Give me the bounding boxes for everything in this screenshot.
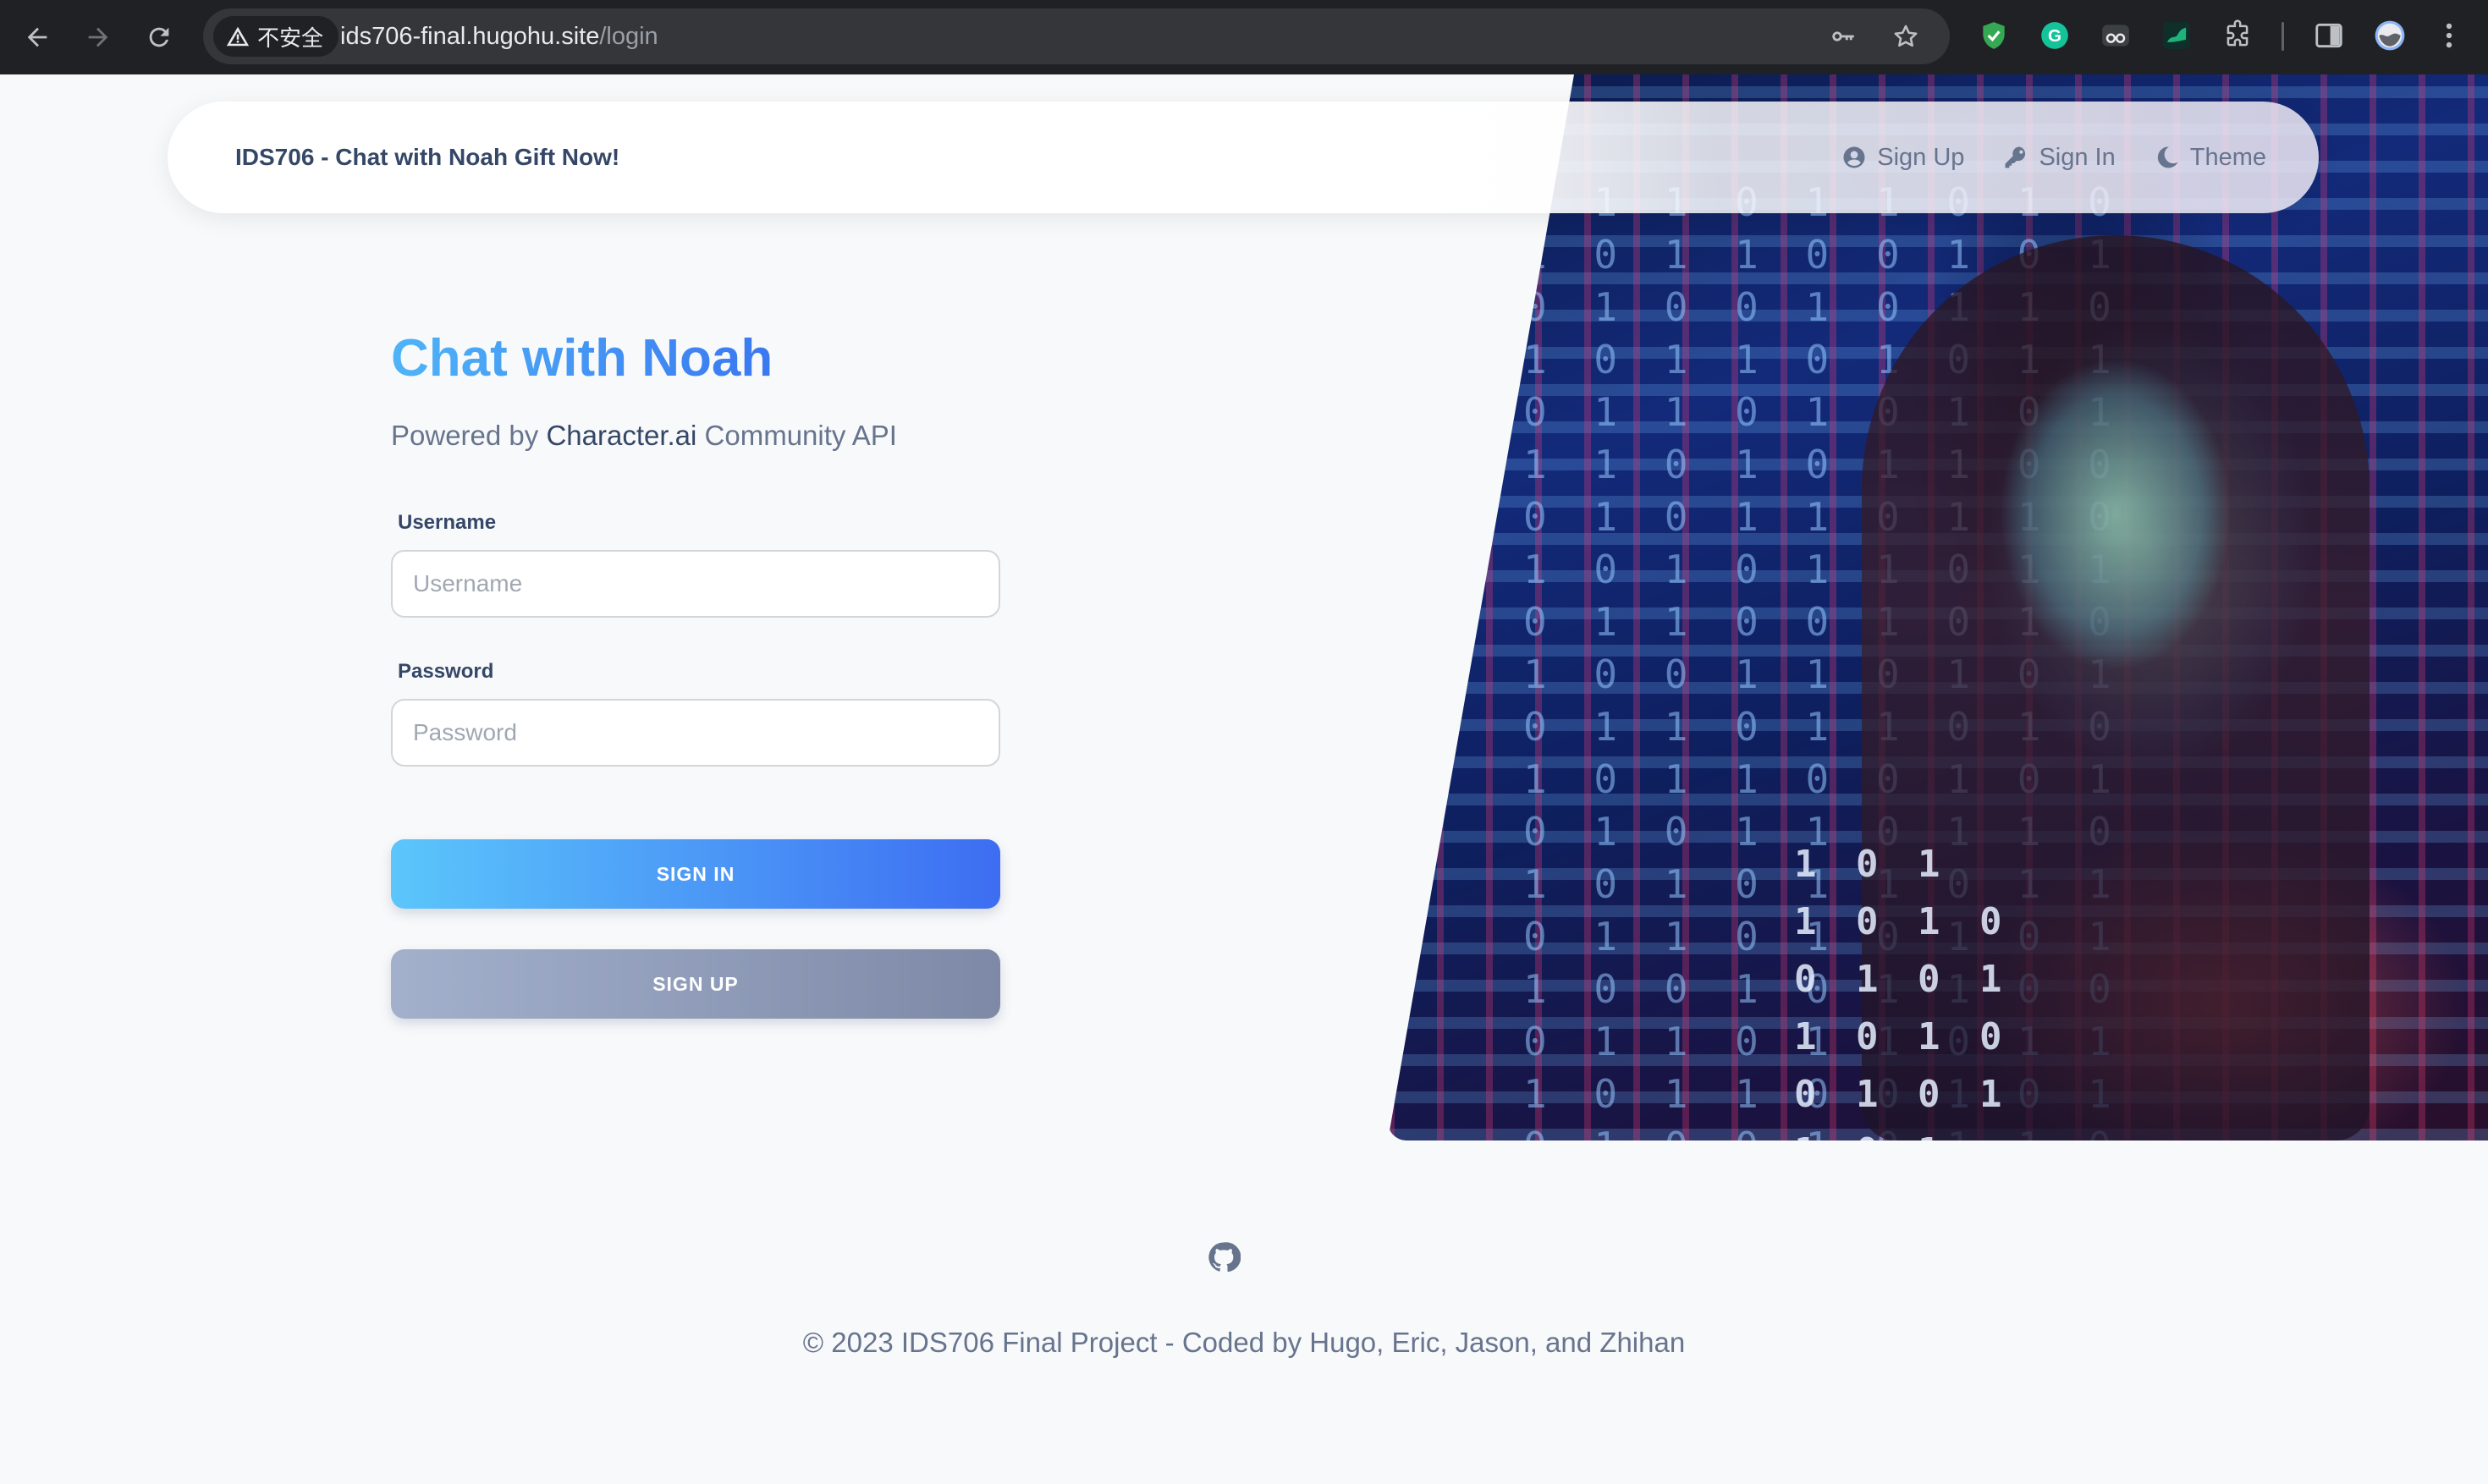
login-page: 0 1 1 0 1 1 0 1 0 1 1 0 1 1 0 0 1 0 1 1 …: [0, 74, 2488, 1484]
github-icon: [1208, 1242, 1241, 1272]
security-chip[interactable]: 不安全: [213, 16, 339, 57]
nav-theme[interactable]: Theme: [2155, 144, 2266, 172]
brand-title[interactable]: IDS706 - Chat with Noah Gift Now!: [235, 102, 619, 213]
warning-icon: [226, 26, 250, 47]
github-link[interactable]: [1207, 1240, 1241, 1274]
back-button[interactable]: [15, 15, 59, 59]
navbar: IDS706 - Chat with Noah Gift Now! Sign U…: [168, 102, 2319, 213]
security-label: 不安全: [257, 25, 324, 51]
sign-in-button[interactable]: SIGN IN: [391, 839, 1000, 909]
nav-sign-up[interactable]: Sign Up: [1841, 144, 1964, 172]
subtitle-suffix: Community API: [696, 420, 897, 451]
svg-text:G: G: [2048, 26, 2061, 46]
nav-links: Sign Up Sign In Theme: [1841, 102, 2266, 213]
arrow-right-icon: [88, 27, 108, 47]
password-key-button[interactable]: [1826, 19, 1860, 53]
username-input[interactable]: [391, 550, 1000, 618]
extension-grammarly[interactable]: G: [2036, 17, 2073, 54]
extension-chart[interactable]: [2158, 17, 2195, 54]
extensions-menu-button[interactable]: [2219, 17, 2256, 54]
extension-shield[interactable]: [1975, 17, 2012, 54]
forward-button[interactable]: [76, 15, 120, 59]
reload-button[interactable]: [137, 15, 181, 59]
side-panel-icon: [2315, 23, 2342, 48]
side-panel-button[interactable]: [2310, 17, 2348, 54]
nav-sign-in-label: Sign In: [2039, 143, 2116, 171]
profile-avatar-button[interactable]: [2371, 17, 2408, 54]
subtitle-link[interactable]: Character.ai: [546, 420, 696, 451]
bookmark-button[interactable]: [1889, 19, 1923, 53]
more-vert-icon: [2446, 23, 2452, 48]
url-host: ids706-final.hugohu.site: [340, 22, 600, 50]
arrow-left-icon: [27, 27, 47, 47]
extension-reader[interactable]: [2097, 17, 2134, 54]
browser-toolbar: 不安全 ids706-final.hugohu.site/login G: [0, 0, 2488, 74]
nav-sign-in[interactable]: Sign In: [2003, 143, 2116, 172]
address-bar[interactable]: 不安全 ids706-final.hugohu.site/login: [203, 8, 1950, 64]
subtitle-prefix: Powered by: [391, 420, 547, 451]
nav-sign-up-label: Sign Up: [1877, 143, 1965, 171]
browser-menu-button[interactable]: [2430, 17, 2468, 54]
nav-theme-label: Theme: [2189, 143, 2266, 171]
user-circle-icon: [1843, 146, 1865, 168]
sign-up-button[interactable]: SIGN UP: [391, 949, 1000, 1019]
moon-icon: [2157, 146, 2178, 168]
grammarly-icon: G: [2041, 22, 2068, 49]
binary-foreground: 1 0 1 1 0 1 0 0 1 0 1 1 0 1 0 0 1 0 1 1 …: [1794, 843, 2011, 1140]
toolbar-divider: [2282, 22, 2284, 51]
puzzle-icon: [2227, 19, 2249, 47]
url-path: /login: [599, 22, 658, 50]
hero-image: 0 1 1 0 1 1 0 1 0 1 1 0 1 1 0 0 1 0 1 1 …: [1388, 74, 2488, 1140]
url-text: ids706-final.hugohu.site/login: [340, 8, 658, 64]
page-title: Chat with Noah: [391, 329, 773, 387]
avatar-icon: [2375, 20, 2405, 51]
password-label: Password: [398, 660, 494, 683]
key-icon: [1832, 31, 1854, 41]
password-input[interactable]: [391, 699, 1000, 767]
glasses-icon: [2102, 25, 2129, 47]
star-icon: [1894, 25, 1918, 47]
reload-icon: [149, 27, 169, 47]
page-subtitle: Powered by Character.ai Community API: [391, 420, 897, 452]
shield-check-icon: [1983, 22, 2005, 49]
footer-copyright: © 2023 IDS706 Final Project - Coded by H…: [802, 1327, 1686, 1358]
chart-app-icon: [2163, 22, 2190, 49]
username-label: Username: [398, 511, 497, 534]
key-icon: [2005, 146, 2026, 168]
